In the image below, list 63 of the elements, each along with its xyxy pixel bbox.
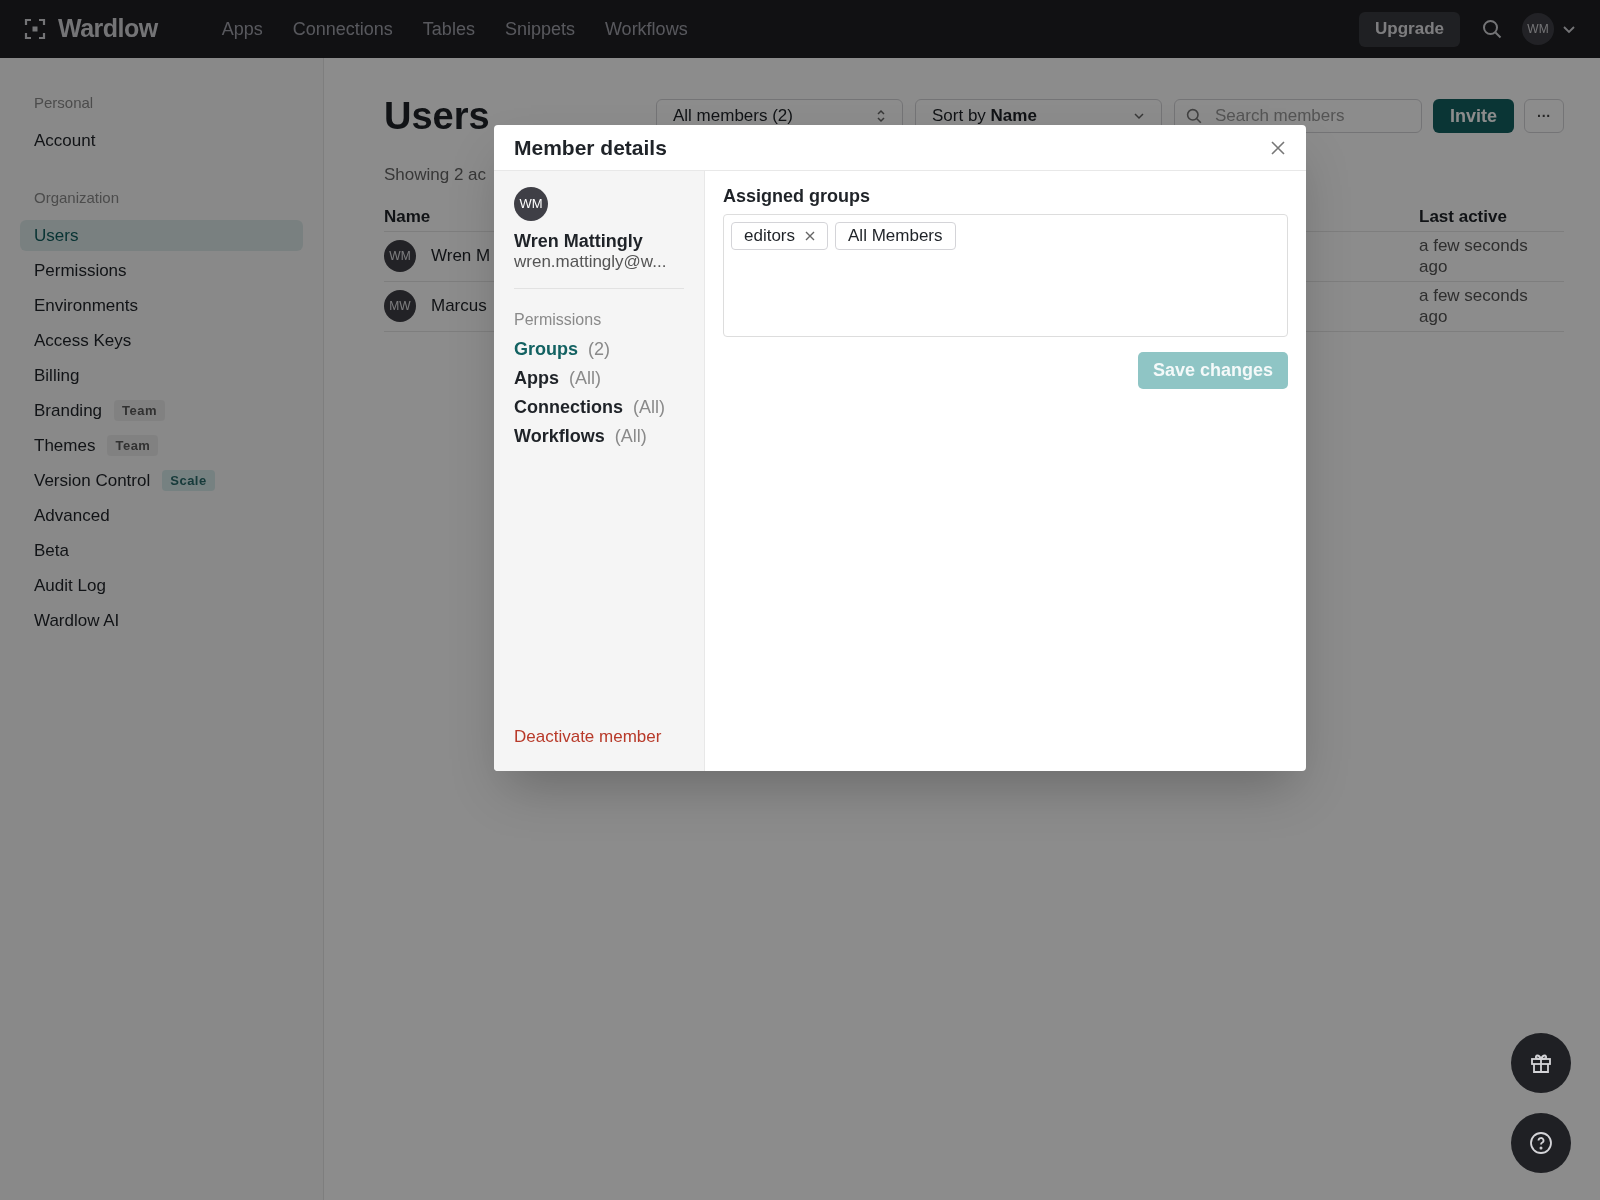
nav-link[interactable]: Tables [422,15,475,43]
close-icon[interactable] [1270,139,1286,156]
nav-link[interactable]: Workflows [604,15,688,43]
logo-icon [24,18,46,40]
sidebar-item[interactable]: Audit Log [20,570,303,601]
plan-badge: Team [107,434,159,457]
modal-title: Member details [514,134,667,161]
help-icon [1529,1131,1553,1155]
permission-tab[interactable]: Workflows (All) [514,425,684,448]
groups-field[interactable]: editors All Members [723,214,1288,337]
group-tag: editors [731,222,829,250]
member-avatar: WM [514,187,548,221]
search-icon [1186,108,1202,124]
sidebar-item[interactable]: Environments [20,290,303,321]
sidebar-item[interactable]: Advanced [20,500,303,531]
search-icon[interactable] [1482,19,1502,39]
more-button[interactable]: ··· [1524,99,1564,133]
sidebar-label[interactable]: Version Control [34,467,151,494]
invite-button[interactable]: Invite [1433,99,1514,133]
remove-icon[interactable] [805,231,816,241]
sidebar-item[interactable]: Wardlow AI [20,605,303,636]
user-avatar: WM [384,240,416,272]
section-heading: Personal [33,93,95,113]
deactivate-link[interactable]: Deactivate member [514,723,684,749]
permission-tab[interactable]: Groups (2) [514,338,684,361]
nav-link[interactable]: Connections [292,15,393,43]
section-title: Assigned groups [723,185,871,208]
section-heading: Permissions [514,310,603,330]
sidebar-item[interactable]: Users [20,220,303,251]
result-summary: Showing 2 ac [384,164,488,186]
user-avatar: MW [384,290,416,322]
column-header: Name [384,206,431,226]
last-active-cell-text: a few seconds ago [1419,235,1529,277]
member-email: wren.mattingly@w... [514,252,668,272]
brand-name[interactable]: Wardlow [58,10,158,48]
sidebar-item[interactable]: Access Keys [20,325,303,356]
member-name: Wren Mattingly [514,230,644,252]
user-name: Marcus [431,295,487,318]
plan-badge: Team [114,399,166,422]
sidebar-item[interactable]: Account [20,125,303,156]
permission-tab[interactable]: Apps (All) [514,367,684,390]
upgrade-button[interactable]: Upgrade [1359,11,1460,47]
gift-button[interactable] [1511,1033,1571,1093]
permission-tab[interactable]: Connections (All) [514,396,684,419]
sidebar-item[interactable]: Beta [20,535,303,566]
group-tag: All Members [835,222,956,250]
user-avatar[interactable]: WM [1522,13,1554,45]
sort-arrows-icon [876,109,886,123]
chevron-down-icon [1133,110,1145,122]
nav-link[interactable]: Snippets [504,15,575,43]
sidebar-item[interactable]: Billing [20,360,303,391]
sidebar-label[interactable]: Branding [34,397,103,424]
search-field[interactable]: Search members [1174,99,1422,133]
plan-badge: Scale [162,469,215,492]
last-active-cell-text: a few seconds ago [1419,285,1529,327]
nav-link[interactable]: Apps [221,15,263,43]
column-header: Last active [1419,206,1507,226]
sidebar-label[interactable]: Themes [34,432,96,459]
sidebar-item[interactable]: Permissions [20,255,303,286]
user-name: Wren M [431,245,491,268]
section-heading: Organization [33,188,121,208]
page-title: Users [384,93,491,139]
help-button[interactable] [1511,1113,1571,1173]
